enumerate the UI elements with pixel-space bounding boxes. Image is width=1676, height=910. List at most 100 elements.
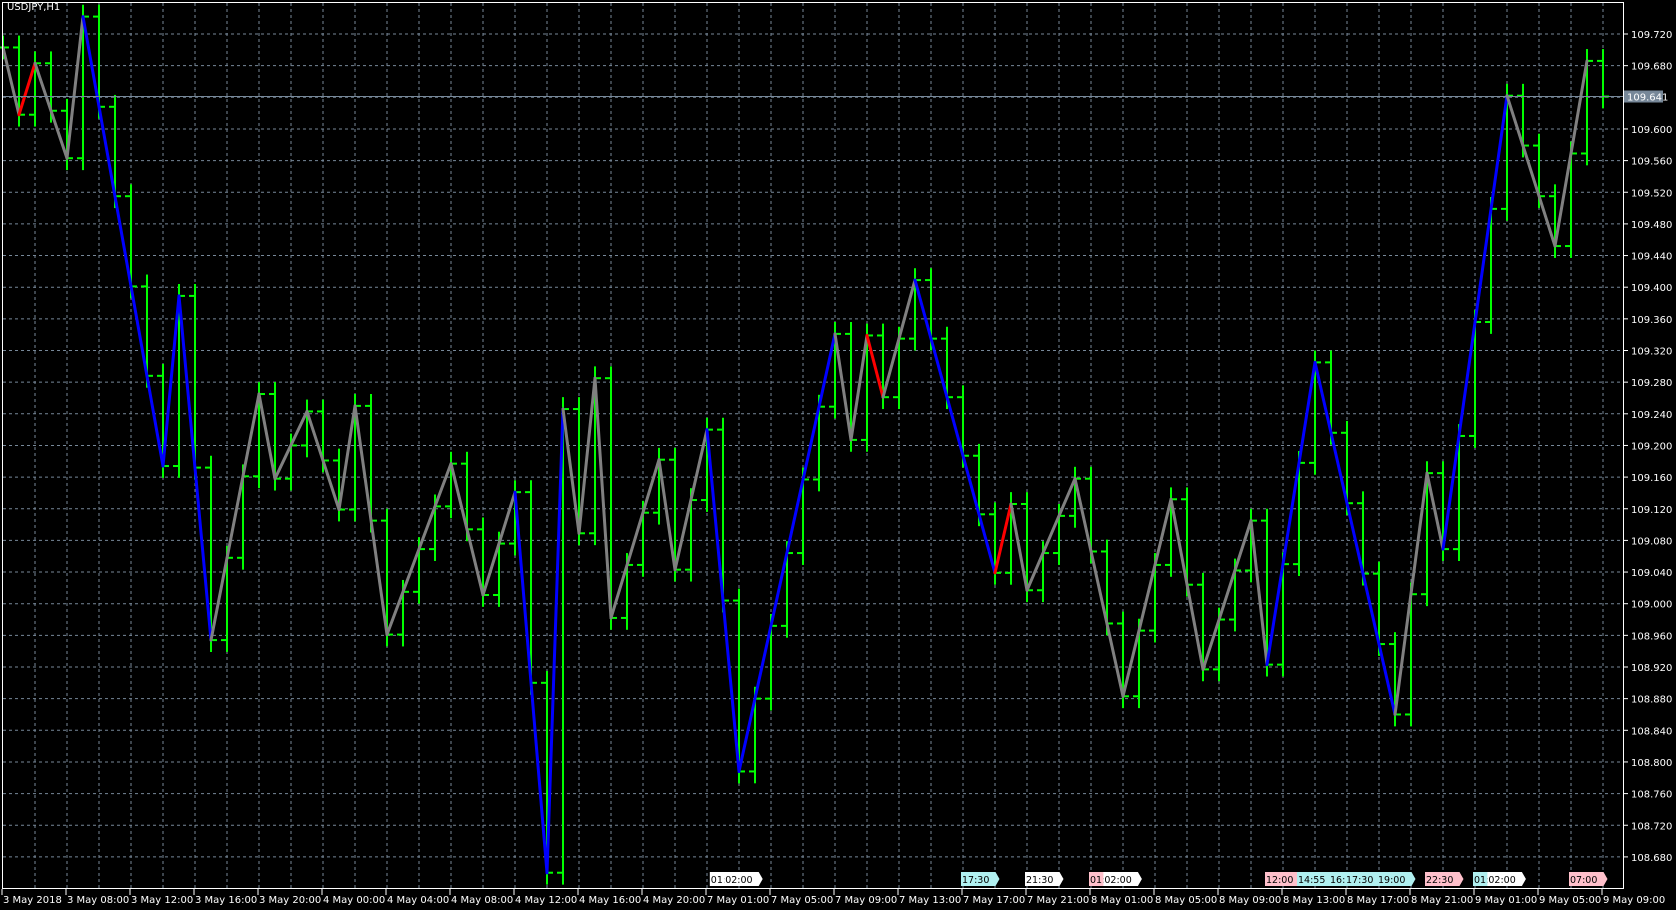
session-tags: 01: 02:00 17:30 21:30 01: 02:00 12:00 14:55 16: 1…: [709, 872, 1608, 886]
y-tick-label: 108.720: [1631, 821, 1672, 832]
zigzag-segment: [609, 458, 661, 620]
price-chart[interactable]: 109.641 109.720109.680109.600109.560109.…: [0, 0, 1676, 910]
session-tag-label: 07:00: [1570, 875, 1597, 886]
y-tick-label: 109.360: [1631, 315, 1672, 326]
zigzag-segment: [993, 502, 1013, 575]
x-tick-label: 7 May 13:00: [899, 895, 961, 906]
grid: [3, 3, 1623, 888]
y-tick-label: 109.040: [1631, 568, 1672, 579]
zigzag-segment: [337, 404, 357, 512]
zigzag-segment: [1441, 94, 1509, 551]
y-tick-label: 109.600: [1631, 125, 1672, 136]
x-tick-label: 3 May 12:00: [131, 895, 193, 906]
x-tick-label: 4 May 08:00: [451, 895, 513, 906]
zigzag-segment: [1505, 94, 1557, 248]
session-tag-label: 17:30: [1346, 875, 1373, 886]
y-tick-label: 109.720: [1631, 30, 1672, 41]
zigzag-segment: [209, 392, 261, 642]
x-tick-label: 4 May 12:00: [515, 895, 577, 906]
zigzag-segment: [577, 376, 597, 535]
zigzag-segment: [913, 278, 997, 575]
y-tick-label: 109.280: [1631, 378, 1672, 389]
y-tick-label: 109.400: [1631, 283, 1672, 294]
zigzag-segment: [1009, 502, 1029, 592]
x-tick-label: 4 May 16:00: [579, 895, 641, 906]
chart-title: USDJPY,H1: [7, 2, 61, 13]
session-tag-label: 01:: [1474, 875, 1489, 886]
zigzag-segment: [1073, 477, 1125, 698]
x-tick-label: 8 May 17:00: [1347, 895, 1409, 906]
zigzag-segment: [1, 45, 21, 117]
zigzag-segment: [545, 407, 565, 875]
zigzag-segment: [161, 294, 181, 468]
zigzag-segment: [737, 332, 837, 773]
y-tick-label: 109.680: [1631, 62, 1672, 73]
y-tick-label: 108.680: [1631, 853, 1672, 864]
x-tick-label: 4 May 00:00: [323, 895, 385, 906]
zigzag-segment: [561, 407, 581, 535]
session-tag-label: 19:00: [1378, 875, 1405, 886]
zigzag-segment: [17, 61, 37, 117]
y-tick-label: 108.960: [1631, 631, 1672, 642]
y-tick-label: 108.920: [1631, 663, 1672, 674]
y-tick-label: 109.480: [1631, 220, 1672, 231]
x-tick-label: 8 May 13:00: [1283, 895, 1345, 906]
x-tick-label: 8 May 09:00: [1219, 895, 1281, 906]
current-price-label: 109.641: [1627, 93, 1668, 104]
x-tick-label: 7 May 01:00: [707, 895, 769, 906]
zigzag-segment: [1025, 477, 1077, 592]
x-tick-label: 7 May 21:00: [1027, 895, 1089, 906]
session-tag-label: 16:: [1330, 875, 1345, 886]
y-tick-label: 109.440: [1631, 252, 1672, 263]
price-axis[interactable]: 109.720 109.680 109.600 109.560 109.520 109.4…: [1623, 30, 1672, 864]
session-tag-label: 14:55: [1298, 875, 1325, 886]
x-tick-label: 3 May 08:00: [67, 895, 129, 906]
zigzag-segment: [81, 15, 165, 468]
x-tick-label: 3 May 20:00: [259, 895, 321, 906]
zigzag-segment: [657, 458, 677, 572]
session-tag-label: 21:30: [1026, 875, 1053, 886]
y-tick-label: 108.840: [1631, 726, 1672, 737]
y-tick-label: 109.160: [1631, 473, 1672, 484]
x-tick-label: 8 May 21:00: [1411, 895, 1473, 906]
session-tag-label: 02:00: [725, 875, 752, 886]
zigzag-indicator: [1, 15, 1589, 875]
zigzag-segment: [1249, 519, 1269, 667]
zigzag-segment: [849, 333, 869, 442]
zigzag-segment: [257, 392, 277, 481]
x-tick-label: 3 May 2018: [3, 895, 62, 906]
x-tick-label: 4 May 04:00: [387, 895, 449, 906]
y-tick-label: 109.240: [1631, 410, 1672, 421]
x-tick-label: 9 May 01:00: [1475, 895, 1537, 906]
y-tick-label: 108.800: [1631, 758, 1672, 769]
x-tick-label: 7 May 05:00: [771, 895, 833, 906]
x-tick-label: 3 May 16:00: [195, 895, 257, 906]
session-tag-label: 02:00: [1488, 875, 1515, 886]
x-tick-label: 4 May 20:00: [643, 895, 705, 906]
x-tick-label: 8 May 01:00: [1091, 895, 1153, 906]
x-tick-label: 7 May 09:00: [835, 895, 897, 906]
session-tag-label: 01:: [1090, 875, 1105, 886]
x-tick-label: 8 May 05:00: [1155, 895, 1217, 906]
zigzag-segment: [1425, 471, 1445, 551]
zigzag-segment: [1313, 360, 1397, 716]
y-tick-label: 109.120: [1631, 505, 1672, 516]
session-tag-label: 12:00: [1266, 875, 1293, 886]
zigzag-segment: [833, 332, 853, 442]
x-tick-label: 7 May 17:00: [963, 895, 1025, 906]
zigzag-segment: [1201, 519, 1253, 671]
x-tick-label: 9 May 05:00: [1539, 895, 1601, 906]
y-tick-label: 109.560: [1631, 157, 1672, 168]
y-tick-label: 109.320: [1631, 347, 1672, 358]
ohlc-bars: [0, 4, 1609, 885]
current-price-line: 109.641: [3, 90, 1668, 104]
session-tag-label: 01:: [711, 875, 726, 886]
time-axis[interactable]: 3 May 2018 3 May 08:00 3 May 12:00 3 May 16…: [1, 889, 1665, 906]
y-tick-label: 109.520: [1631, 188, 1672, 199]
y-tick-label: 108.760: [1631, 790, 1672, 801]
zigzag-segment: [65, 15, 85, 160]
session-tag-label: 22:30: [1426, 875, 1453, 886]
y-tick-label: 108.880: [1631, 695, 1672, 706]
session-tag-label: 02:00: [1104, 875, 1131, 886]
zigzag-segment: [1265, 360, 1317, 667]
